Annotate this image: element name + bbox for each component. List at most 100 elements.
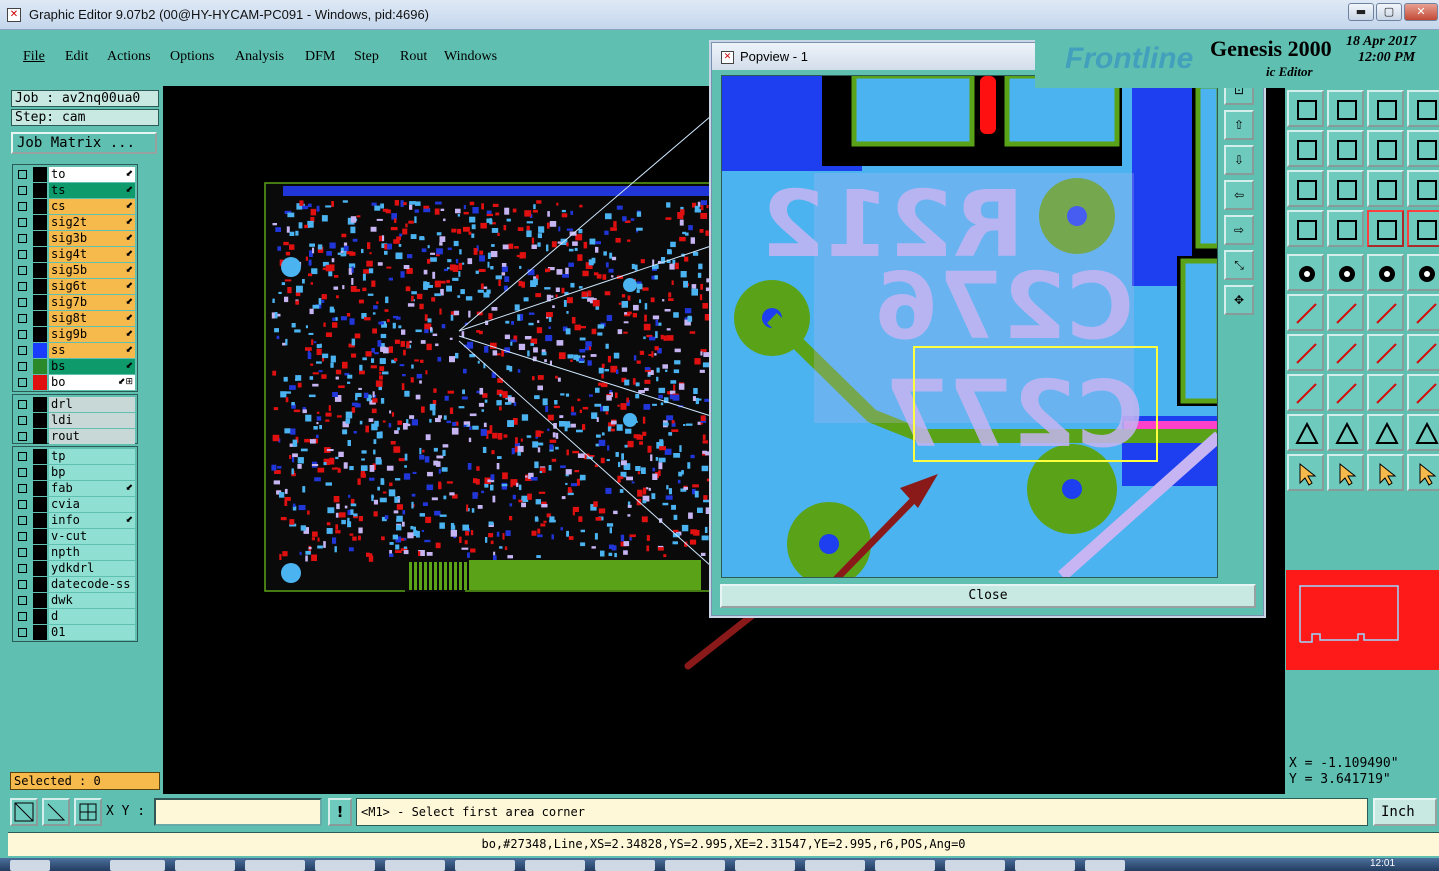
menu-dfm[interactable]: DFM (305, 49, 335, 65)
layer-checkbox[interactable] (18, 532, 27, 541)
layer-name[interactable]: tp (49, 449, 135, 464)
swap-icon[interactable] (1367, 130, 1404, 167)
taskbar-item[interactable] (665, 860, 725, 871)
layer-row-ss[interactable]: ss ⬋ (13, 343, 137, 358)
layer-name[interactable]: npth (49, 545, 135, 560)
taskbar-item[interactable] (1015, 860, 1075, 871)
menu-rout[interactable]: Rout (400, 49, 427, 65)
minus-icon[interactable] (1327, 374, 1364, 411)
layer-name[interactable]: sig7b ⬋ (49, 295, 135, 310)
layer-checkbox[interactable] (18, 282, 27, 291)
layer-checkbox[interactable] (18, 266, 27, 275)
measure-mode-icon[interactable] (42, 798, 70, 826)
popview-close-button[interactable]: Close (720, 584, 1256, 608)
layer-checkbox[interactable] (18, 218, 27, 227)
maximize-button[interactable]: ▢ (1376, 3, 1402, 21)
layer-row-to[interactable]: to ⬋ (13, 167, 137, 182)
layer-row-sig9b[interactable]: sig9b ⬋ (13, 327, 137, 342)
layer-name[interactable]: cs ⬋ (49, 199, 135, 214)
menu-windows[interactable]: Windows (444, 49, 497, 65)
layer-row-sig6t[interactable]: sig6t ⬋ (13, 279, 137, 294)
popview-zoom-in-icon[interactable]: ⤡ (1224, 250, 1254, 280)
layer-row-cs[interactable]: cs ⬋ (13, 199, 137, 214)
layer-checkbox[interactable] (18, 416, 27, 425)
layer-row-bp[interactable]: bp (13, 465, 137, 480)
layer-checkbox[interactable] (18, 378, 27, 387)
layer-checkbox[interactable] (18, 516, 27, 525)
layer-name[interactable]: sig3b ⬋ (49, 231, 135, 246)
save-icon[interactable] (1327, 90, 1364, 127)
warning-button[interactable]: ! (328, 798, 352, 826)
pointer-select-icon[interactable] (1327, 454, 1364, 491)
script-icon[interactable] (1407, 90, 1439, 127)
layer-checkbox[interactable] (18, 186, 27, 195)
layer-name[interactable]: drl (49, 397, 135, 412)
layer-checkbox[interactable] (18, 170, 27, 179)
layer-row-sig8t[interactable]: sig8t ⬋ (13, 311, 137, 326)
dot-icon[interactable] (1407, 254, 1439, 291)
layer-color-swatch[interactable] (33, 279, 47, 294)
taskbar-item[interactable] (315, 860, 375, 871)
layer-checkbox[interactable] (18, 314, 27, 323)
layer-row-sig4t[interactable]: sig4t ⬋ (13, 247, 137, 262)
layer-color-swatch[interactable] (33, 311, 47, 326)
layer-color-swatch[interactable] (33, 327, 47, 342)
layer-color-swatch[interactable] (33, 561, 47, 576)
layer-color-swatch[interactable] (33, 529, 47, 544)
taskbar-item[interactable] (525, 860, 585, 871)
layer-checkbox[interactable] (18, 330, 27, 339)
ruler-icon[interactable] (1367, 254, 1404, 291)
layer-name[interactable]: bs ⬋ (49, 359, 135, 374)
taskbar-item[interactable] (875, 860, 935, 871)
close-window-button[interactable]: ✕ (1404, 3, 1438, 21)
layer-row-tp[interactable]: tp (13, 449, 137, 464)
rotate-icon[interactable] (1367, 334, 1404, 371)
layer-name[interactable]: sig9b ⬋ (49, 327, 135, 342)
zoom-center-icon[interactable] (1327, 170, 1364, 207)
layer-name[interactable]: ldi (49, 413, 135, 428)
layer-color-swatch[interactable] (33, 625, 47, 640)
taskbar-item[interactable] (110, 860, 165, 871)
layer-color-swatch[interactable] (33, 375, 47, 390)
layer-checkbox[interactable] (18, 548, 27, 557)
layer-name[interactable]: d (49, 609, 135, 624)
angle-icon[interactable] (1287, 334, 1324, 371)
layer-name[interactable]: sig2t ⬋ (49, 215, 135, 230)
layer-checkbox[interactable] (18, 298, 27, 307)
layer-row-ts[interactable]: ts ⬋ (13, 183, 137, 198)
layer-row-bo[interactable]: bo ⬋⊞ (13, 375, 137, 390)
layer-name[interactable]: ss ⬋ (49, 343, 135, 358)
layer-row-fab[interactable]: fab ⬋ (13, 481, 137, 496)
split-icon[interactable] (1407, 130, 1439, 167)
layer-color-swatch[interactable] (33, 215, 47, 230)
help-icon[interactable] (1407, 170, 1439, 207)
layer-name[interactable]: fab ⬋ (49, 481, 135, 496)
pointer-move-icon[interactable] (1407, 454, 1439, 491)
pad-icon[interactable] (1287, 254, 1324, 291)
home-icon[interactable] (1367, 90, 1404, 127)
layer-checkbox[interactable] (18, 596, 27, 605)
layer-color-swatch[interactable] (33, 593, 47, 608)
layer-checkbox[interactable] (18, 250, 27, 259)
layer-name[interactable]: bp (49, 465, 135, 480)
triangle-icon[interactable] (1287, 414, 1324, 451)
layer-color-swatch[interactable] (33, 295, 47, 310)
menu-edit[interactable]: Edit (65, 49, 88, 65)
cross-icon[interactable] (1327, 294, 1364, 331)
layer-row-sig7b[interactable]: sig7b ⬋ (13, 295, 137, 310)
taskbar-item[interactable] (1085, 860, 1125, 871)
align-icon[interactable] (1407, 294, 1439, 331)
taskbar-item[interactable] (805, 860, 865, 871)
layer-row-rout[interactable]: rout (13, 429, 137, 444)
layer-name[interactable]: sig6t ⬋ (49, 279, 135, 294)
layer-name[interactable]: dwk (49, 593, 135, 608)
load-icon[interactable] (1287, 90, 1324, 127)
units-button[interactable]: Inch (1373, 798, 1437, 826)
layer-checkbox[interactable] (18, 452, 27, 461)
vertex-icon[interactable] (1327, 414, 1364, 451)
menu-actions[interactable]: Actions (107, 49, 151, 65)
layer-row-01[interactable]: 01 (13, 625, 137, 640)
layer-color-swatch[interactable] (33, 513, 47, 528)
taskbar-item[interactable] (175, 860, 235, 871)
layer-color-swatch[interactable] (33, 465, 47, 480)
